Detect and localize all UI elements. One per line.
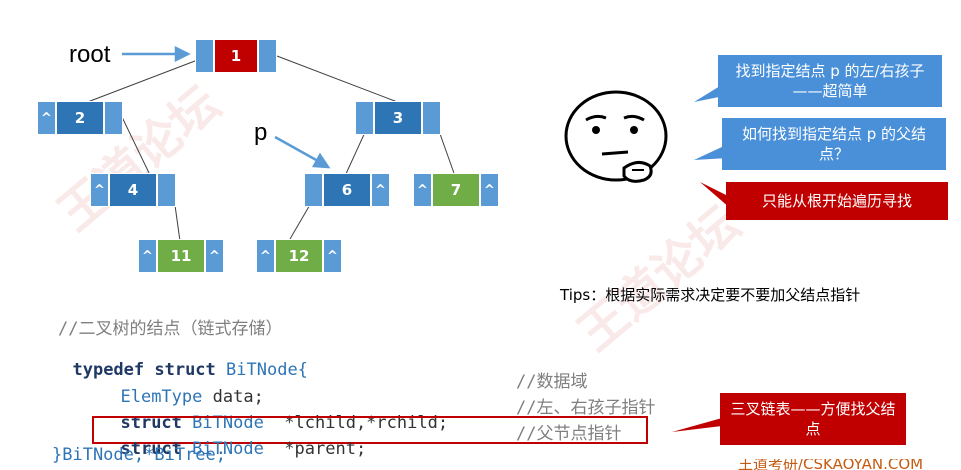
code-comment-parent: //父节点指针: [516, 424, 622, 444]
code-comment-children: //左、右孩子指针: [516, 398, 656, 418]
bubble-trinary-list: 三叉链表——方便找父结点: [720, 393, 906, 445]
bubble-traverse-from-root: 只能从根开始遍历寻找: [726, 182, 948, 220]
code-comment-data: //数据域: [516, 372, 588, 392]
code-comment-title: //二叉树的结点（链式存储）: [58, 319, 283, 339]
bubble-find-parent: 如何找到指定结点 p 的父结点？: [722, 118, 946, 170]
bubble-left-right-child: 找到指定结点 p 的左/右孩子——超简单: [718, 55, 942, 107]
code-field: *parent;: [284, 439, 367, 459]
code-line-end: }BiTNode,*BiTree;: [52, 445, 226, 465]
tips-text: Tips：根据实际需求决定要不要加父结点指针: [560, 286, 861, 304]
footer-brand: 王道考研/CSKAOYAN.COM: [738, 459, 924, 470]
